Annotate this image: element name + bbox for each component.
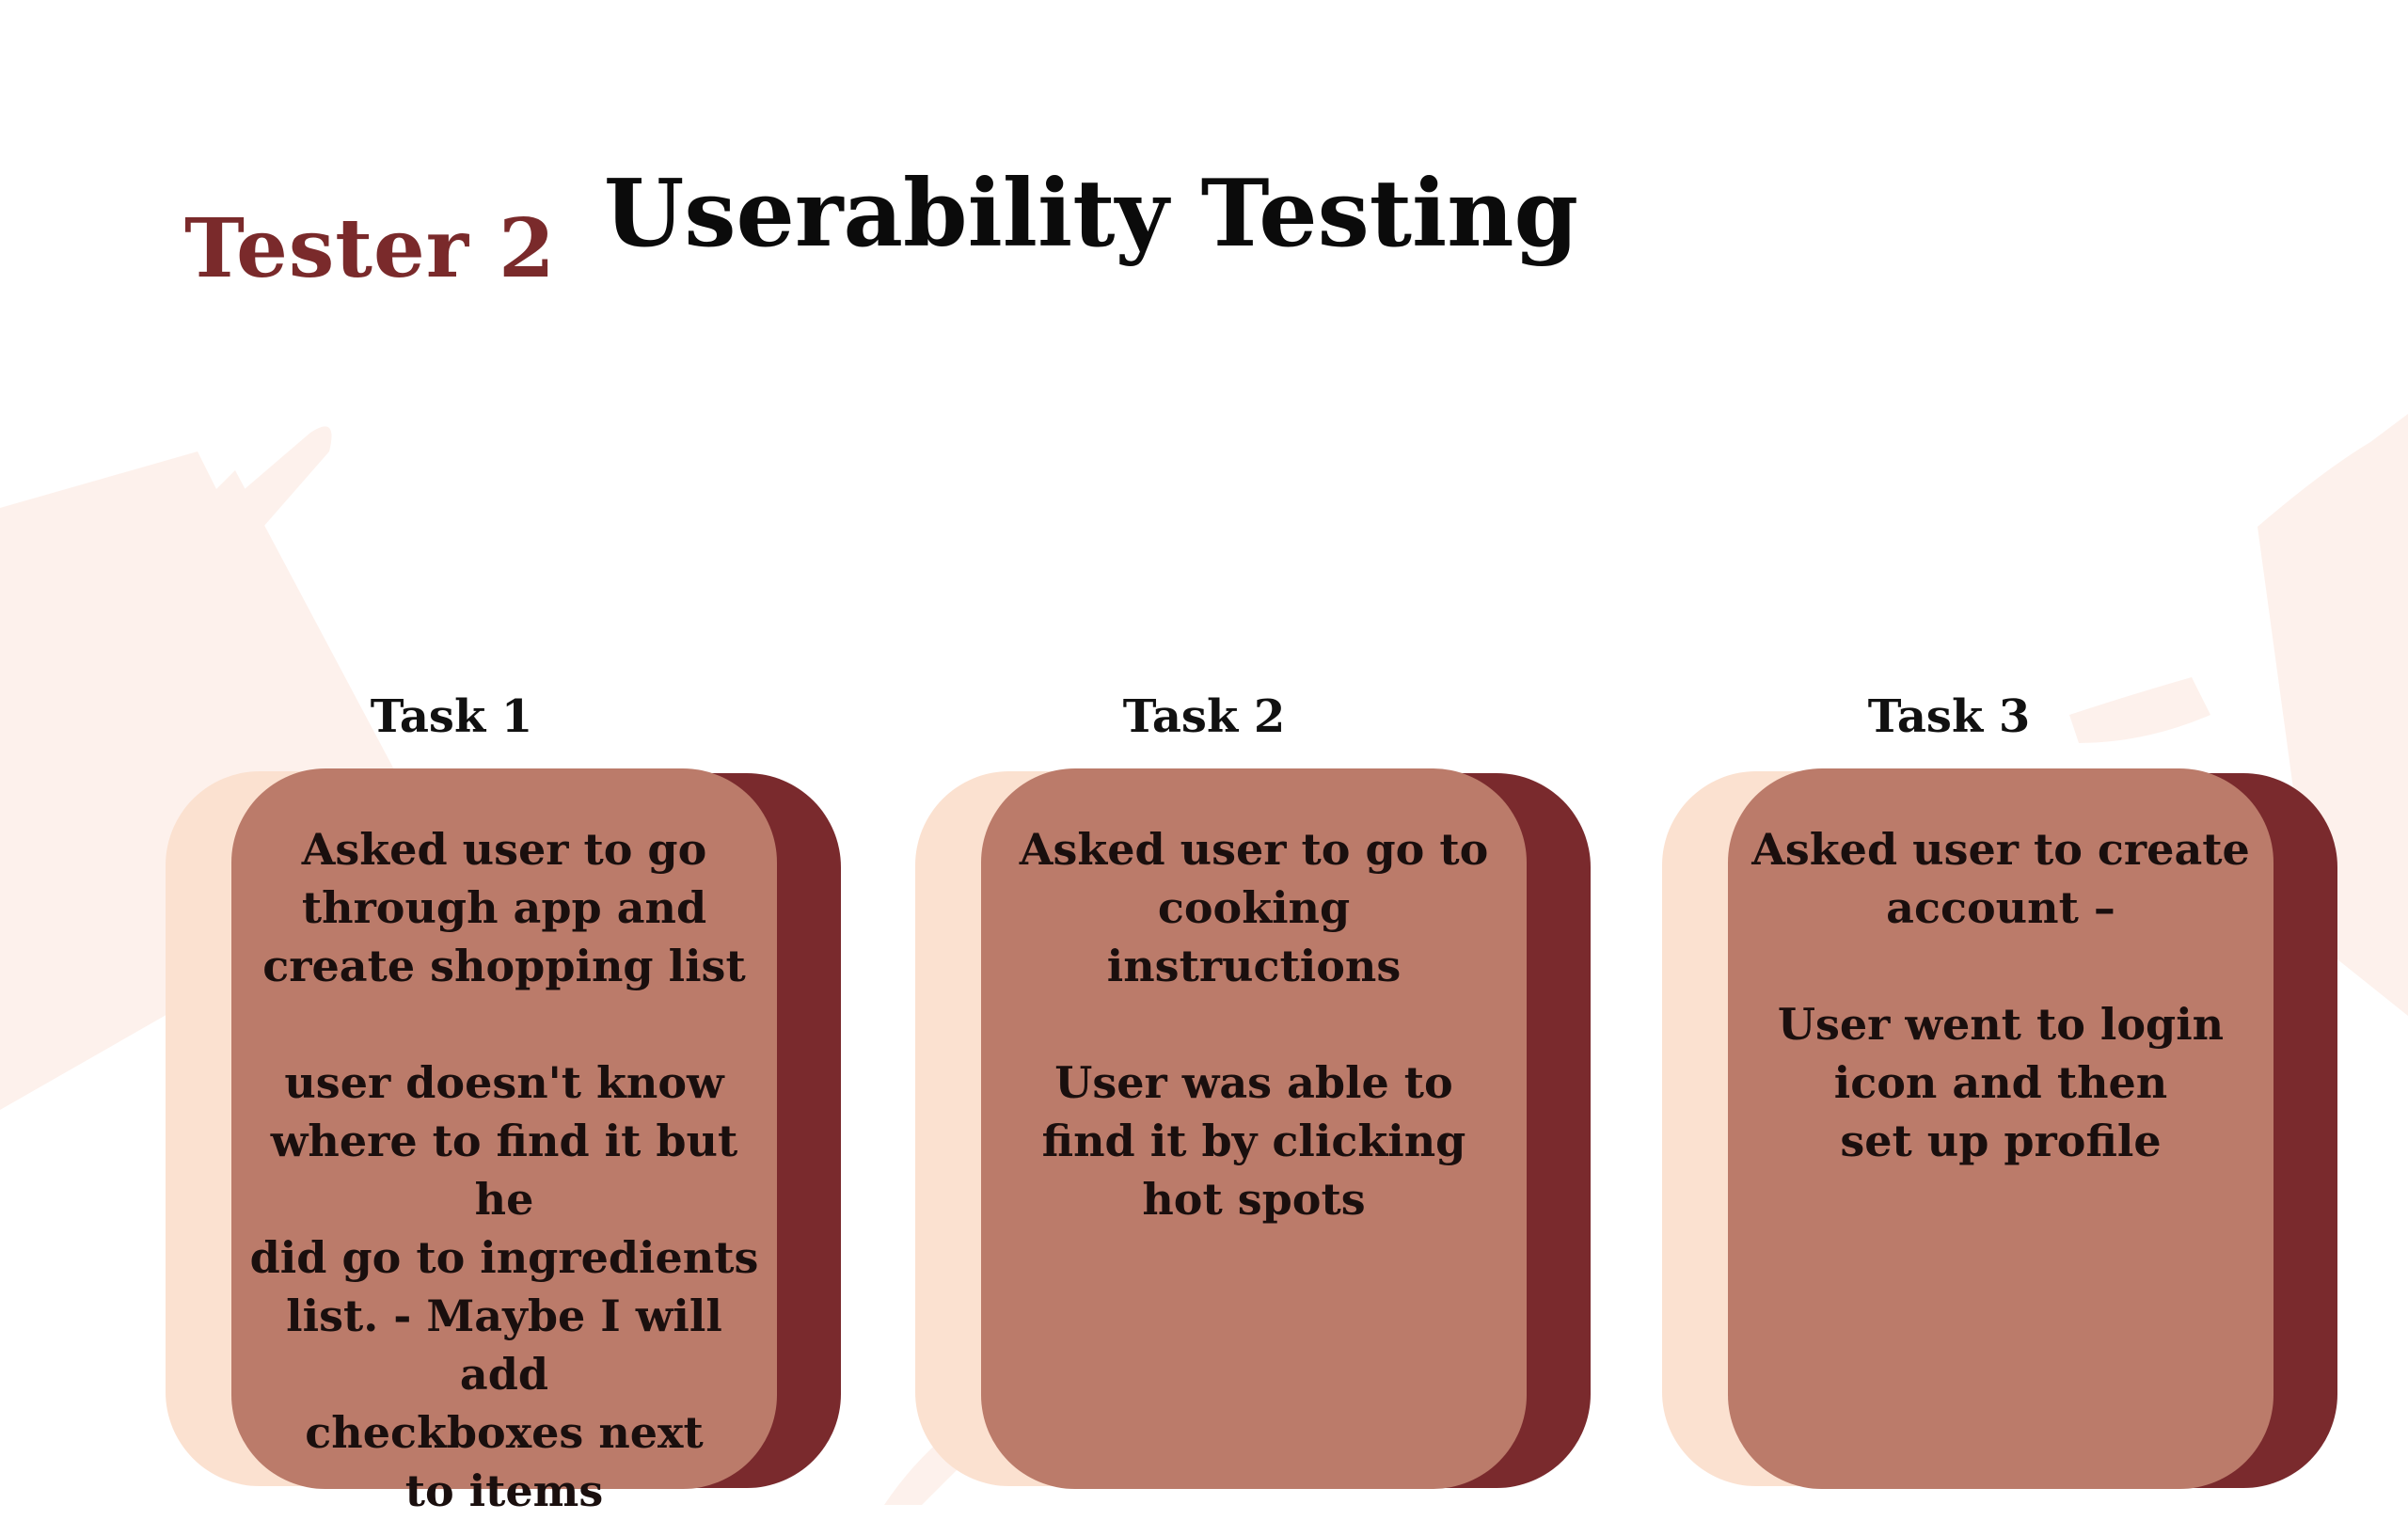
task-3-card: Asked user to create account – User went… [1662, 768, 2339, 1493]
page-title: Userability Testing [0, 164, 2408, 265]
task-3-label: Task 3 [1867, 690, 2031, 743]
task-2-label: Task 2 [1122, 690, 1286, 743]
task-1-label: Task 1 [370, 690, 533, 743]
page-title-text: Userability Testing [603, 160, 1579, 268]
task-1-card: Asked user to go through app and create … [166, 768, 843, 1516]
task-1-text: Asked user to go through app and create … [249, 824, 759, 1516]
task-3-text: Asked user to create account – User went… [1751, 824, 2250, 1166]
task-2-card: Asked user to go to cooking instructions… [915, 768, 1592, 1493]
task-2-text: Asked user to go to cooking instructions… [1019, 824, 1489, 1225]
